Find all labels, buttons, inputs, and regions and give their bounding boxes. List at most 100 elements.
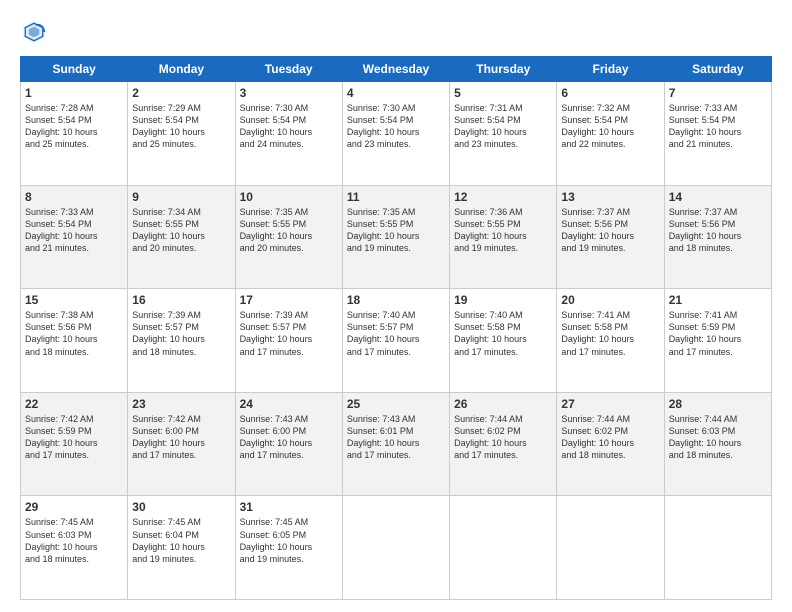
cell-details: Sunrise: 7:39 AM Sunset: 5:57 PM Dayligh… xyxy=(132,309,230,358)
day-number: 3 xyxy=(240,86,338,100)
cell-details: Sunrise: 7:34 AM Sunset: 5:55 PM Dayligh… xyxy=(132,206,230,255)
day-number: 29 xyxy=(25,500,123,514)
cell-details: Sunrise: 7:45 AM Sunset: 6:05 PM Dayligh… xyxy=(240,516,338,565)
week-row-5: 29 Sunrise: 7:45 AM Sunset: 6:03 PM Dayli… xyxy=(21,496,772,600)
day-number: 7 xyxy=(669,86,767,100)
day-number: 4 xyxy=(347,86,445,100)
calendar-cell: 19 Sunrise: 7:40 AM Sunset: 5:58 PM Dayli… xyxy=(450,289,557,393)
calendar-cell: 29 Sunrise: 7:45 AM Sunset: 6:03 PM Dayli… xyxy=(21,496,128,600)
calendar-cell: 11 Sunrise: 7:35 AM Sunset: 5:55 PM Dayli… xyxy=(342,185,449,289)
cell-details: Sunrise: 7:33 AM Sunset: 5:54 PM Dayligh… xyxy=(669,102,767,151)
cell-details: Sunrise: 7:44 AM Sunset: 6:02 PM Dayligh… xyxy=(454,413,552,462)
cell-details: Sunrise: 7:44 AM Sunset: 6:02 PM Dayligh… xyxy=(561,413,659,462)
calendar-cell xyxy=(450,496,557,600)
cell-details: Sunrise: 7:45 AM Sunset: 6:03 PM Dayligh… xyxy=(25,516,123,565)
calendar-cell: 28Sunrise: 7:44 AM Sunset: 6:03 PM Dayli… xyxy=(664,392,771,496)
calendar-cell xyxy=(342,496,449,600)
cell-details: Sunrise: 7:31 AM Sunset: 5:54 PM Dayligh… xyxy=(454,102,552,151)
day-number: 12 xyxy=(454,190,552,204)
cell-details: Sunrise: 7:40 AM Sunset: 5:58 PM Dayligh… xyxy=(454,309,552,358)
week-row-2: 8 Sunrise: 7:33 AM Sunset: 5:54 PM Daylig… xyxy=(21,185,772,289)
calendar-cell: 25Sunrise: 7:43 AM Sunset: 6:01 PM Dayli… xyxy=(342,392,449,496)
page: SundayMondayTuesdayWednesdayThursdayFrid… xyxy=(0,0,792,612)
calendar-cell: 15Sunrise: 7:38 AM Sunset: 5:56 PM Dayli… xyxy=(21,289,128,393)
day-number: 18 xyxy=(347,293,445,307)
day-number: 14 xyxy=(669,190,767,204)
weekday-header-tuesday: Tuesday xyxy=(235,57,342,82)
calendar-table: SundayMondayTuesdayWednesdayThursdayFrid… xyxy=(20,56,772,600)
cell-details: Sunrise: 7:42 AM Sunset: 5:59 PM Dayligh… xyxy=(25,413,123,462)
weekday-header-monday: Monday xyxy=(128,57,235,82)
cell-details: Sunrise: 7:29 AM Sunset: 5:54 PM Dayligh… xyxy=(132,102,230,151)
calendar-cell: 10 Sunrise: 7:35 AM Sunset: 5:55 PM Dayli… xyxy=(235,185,342,289)
day-number: 1 xyxy=(25,86,123,100)
calendar-cell: 12 Sunrise: 7:36 AM Sunset: 5:55 PM Dayli… xyxy=(450,185,557,289)
cell-details: Sunrise: 7:35 AM Sunset: 5:55 PM Dayligh… xyxy=(240,206,338,255)
calendar-cell: 5Sunrise: 7:31 AM Sunset: 5:54 PM Daylig… xyxy=(450,82,557,186)
cell-details: Sunrise: 7:40 AM Sunset: 5:57 PM Dayligh… xyxy=(347,309,445,358)
calendar-cell: 18 Sunrise: 7:40 AM Sunset: 5:57 PM Dayli… xyxy=(342,289,449,393)
cell-details: Sunrise: 7:43 AM Sunset: 6:01 PM Dayligh… xyxy=(347,413,445,462)
calendar-cell: 6 Sunrise: 7:32 AM Sunset: 5:54 PM Daylig… xyxy=(557,82,664,186)
day-number: 24 xyxy=(240,397,338,411)
day-number: 10 xyxy=(240,190,338,204)
day-number: 27 xyxy=(561,397,659,411)
calendar-cell: 31 Sunrise: 7:45 AM Sunset: 6:05 PM Dayli… xyxy=(235,496,342,600)
calendar-cell xyxy=(664,496,771,600)
calendar-cell: 16 Sunrise: 7:39 AM Sunset: 5:57 PM Dayli… xyxy=(128,289,235,393)
cell-details: Sunrise: 7:41 AM Sunset: 5:59 PM Dayligh… xyxy=(669,309,767,358)
calendar-cell: 23Sunrise: 7:42 AM Sunset: 6:00 PM Dayli… xyxy=(128,392,235,496)
day-number: 13 xyxy=(561,190,659,204)
cell-details: Sunrise: 7:44 AM Sunset: 6:03 PM Dayligh… xyxy=(669,413,767,462)
calendar-cell: 21 Sunrise: 7:41 AM Sunset: 5:59 PM Dayli… xyxy=(664,289,771,393)
weekday-header-sunday: Sunday xyxy=(21,57,128,82)
cell-details: Sunrise: 7:33 AM Sunset: 5:54 PM Dayligh… xyxy=(25,206,123,255)
cell-details: Sunrise: 7:45 AM Sunset: 6:04 PM Dayligh… xyxy=(132,516,230,565)
cell-details: Sunrise: 7:30 AM Sunset: 5:54 PM Dayligh… xyxy=(347,102,445,151)
day-number: 30 xyxy=(132,500,230,514)
calendar-cell: 14 Sunrise: 7:37 AM Sunset: 5:56 PM Dayli… xyxy=(664,185,771,289)
cell-details: Sunrise: 7:41 AM Sunset: 5:58 PM Dayligh… xyxy=(561,309,659,358)
cell-details: Sunrise: 7:37 AM Sunset: 5:56 PM Dayligh… xyxy=(561,206,659,255)
calendar-cell: 22 Sunrise: 7:42 AM Sunset: 5:59 PM Dayli… xyxy=(21,392,128,496)
day-number: 8 xyxy=(25,190,123,204)
day-number: 9 xyxy=(132,190,230,204)
day-number: 2 xyxy=(132,86,230,100)
day-number: 16 xyxy=(132,293,230,307)
weekday-header-thursday: Thursday xyxy=(450,57,557,82)
weekday-header-wednesday: Wednesday xyxy=(342,57,449,82)
week-row-1: 1 Sunrise: 7:28 AM Sunset: 5:54 PM Daylig… xyxy=(21,82,772,186)
day-number: 22 xyxy=(25,397,123,411)
weekday-header-saturday: Saturday xyxy=(664,57,771,82)
calendar-cell: 26Sunrise: 7:44 AM Sunset: 6:02 PM Dayli… xyxy=(450,392,557,496)
calendar-cell: 2 Sunrise: 7:29 AM Sunset: 5:54 PM Daylig… xyxy=(128,82,235,186)
calendar-cell: 7 Sunrise: 7:33 AM Sunset: 5:54 PM Daylig… xyxy=(664,82,771,186)
cell-details: Sunrise: 7:35 AM Sunset: 5:55 PM Dayligh… xyxy=(347,206,445,255)
day-number: 11 xyxy=(347,190,445,204)
cell-details: Sunrise: 7:32 AM Sunset: 5:54 PM Dayligh… xyxy=(561,102,659,151)
logo-icon xyxy=(20,18,48,46)
calendar-cell: 24 Sunrise: 7:43 AM Sunset: 6:00 PM Dayli… xyxy=(235,392,342,496)
calendar-cell: 30 Sunrise: 7:45 AM Sunset: 6:04 PM Dayli… xyxy=(128,496,235,600)
calendar-cell: 9 Sunrise: 7:34 AM Sunset: 5:55 PM Daylig… xyxy=(128,185,235,289)
day-number: 21 xyxy=(669,293,767,307)
calendar-cell: 17Sunrise: 7:39 AM Sunset: 5:57 PM Dayli… xyxy=(235,289,342,393)
week-row-3: 15Sunrise: 7:38 AM Sunset: 5:56 PM Dayli… xyxy=(21,289,772,393)
cell-details: Sunrise: 7:43 AM Sunset: 6:00 PM Dayligh… xyxy=(240,413,338,462)
calendar-cell xyxy=(557,496,664,600)
calendar-cell: 13 Sunrise: 7:37 AM Sunset: 5:56 PM Dayli… xyxy=(557,185,664,289)
cell-details: Sunrise: 7:28 AM Sunset: 5:54 PM Dayligh… xyxy=(25,102,123,151)
day-number: 6 xyxy=(561,86,659,100)
day-number: 23 xyxy=(132,397,230,411)
cell-details: Sunrise: 7:37 AM Sunset: 5:56 PM Dayligh… xyxy=(669,206,767,255)
day-number: 19 xyxy=(454,293,552,307)
calendar-cell: 8 Sunrise: 7:33 AM Sunset: 5:54 PM Daylig… xyxy=(21,185,128,289)
day-number: 31 xyxy=(240,500,338,514)
calendar-cell: 3Sunrise: 7:30 AM Sunset: 5:54 PM Daylig… xyxy=(235,82,342,186)
cell-details: Sunrise: 7:39 AM Sunset: 5:57 PM Dayligh… xyxy=(240,309,338,358)
cell-details: Sunrise: 7:38 AM Sunset: 5:56 PM Dayligh… xyxy=(25,309,123,358)
week-row-4: 22 Sunrise: 7:42 AM Sunset: 5:59 PM Dayli… xyxy=(21,392,772,496)
logo xyxy=(20,18,52,46)
calendar-cell: 4 Sunrise: 7:30 AM Sunset: 5:54 PM Daylig… xyxy=(342,82,449,186)
cell-details: Sunrise: 7:36 AM Sunset: 5:55 PM Dayligh… xyxy=(454,206,552,255)
